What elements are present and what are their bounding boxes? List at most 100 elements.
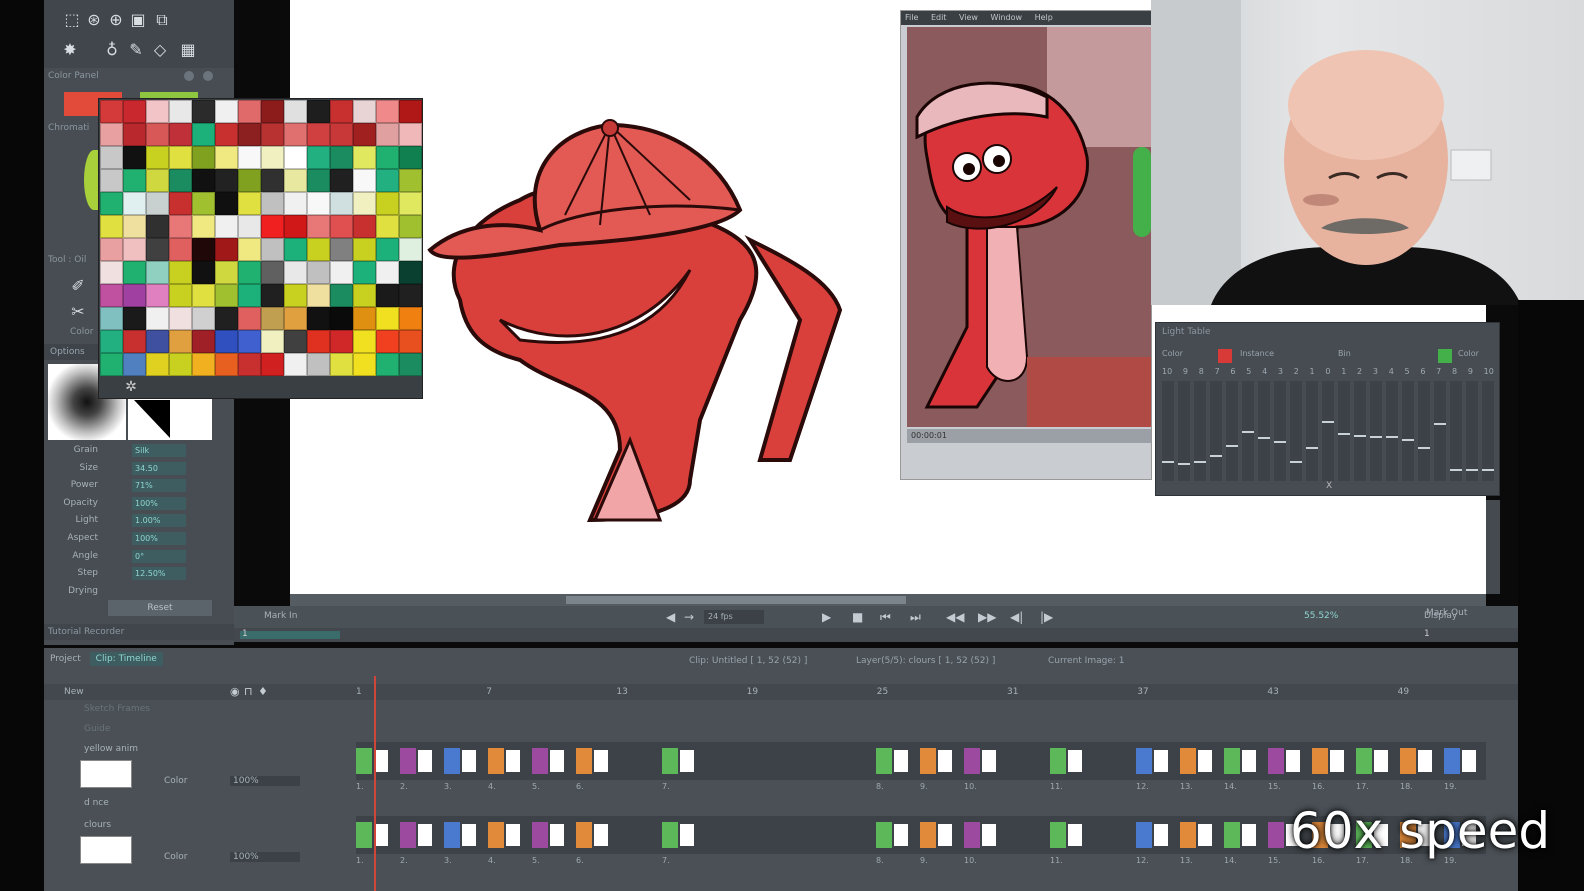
light-table-slider[interactable] — [1178, 381, 1190, 481]
color-swatch[interactable] — [146, 353, 169, 376]
panel-close-icon[interactable] — [184, 71, 194, 81]
light-table-slider-level[interactable] — [1290, 461, 1302, 463]
color-swatch[interactable] — [123, 100, 146, 123]
layer-name[interactable]: yellow anim — [84, 744, 138, 754]
light-table-slider[interactable] — [1338, 381, 1350, 481]
light-table-slider-level[interactable] — [1434, 423, 1446, 425]
color-swatch[interactable] — [353, 192, 376, 215]
light-table-slider-level[interactable] — [1178, 463, 1190, 465]
menu-file[interactable]: File — [905, 13, 918, 22]
light-table-slider-level[interactable] — [1226, 445, 1238, 447]
color-swatch[interactable] — [330, 169, 353, 192]
color-swatch[interactable] — [192, 330, 215, 353]
color-swatch[interactable] — [169, 238, 192, 261]
color-swatch[interactable] — [399, 307, 422, 330]
timeline-cel-image[interactable] — [418, 750, 432, 772]
light-table-slider-level[interactable] — [1322, 421, 1334, 423]
color-swatch[interactable] — [146, 330, 169, 353]
timeline-cel[interactable] — [1312, 748, 1328, 774]
step-forward-icon[interactable]: |▶ — [1040, 610, 1053, 624]
color-swatch[interactable] — [100, 284, 123, 307]
color-swatch[interactable] — [330, 100, 353, 123]
prev-frame-icon[interactable]: ◀◀ — [946, 610, 964, 624]
light-table-slider-level[interactable] — [1162, 461, 1174, 463]
lock-icon[interactable]: ⊓ — [244, 685, 253, 698]
color-swatch[interactable] — [169, 284, 192, 307]
color-swatch[interactable] — [123, 284, 146, 307]
timeline-cel[interactable] — [1180, 822, 1196, 848]
zoom-level[interactable]: 55.52% — [1304, 611, 1338, 621]
timeline-cel[interactable] — [1356, 748, 1372, 774]
reference-window[interactable]: File Edit View Window Help 00:00:01 — [900, 10, 1152, 480]
color-swatch[interactable] — [238, 238, 261, 261]
timeline-cel[interactable] — [964, 822, 980, 848]
brush-prop-value[interactable]: Silk — [132, 444, 186, 457]
color-swatch[interactable] — [123, 146, 146, 169]
timeline-cel[interactable] — [488, 748, 504, 774]
color-swatch[interactable] — [169, 261, 192, 284]
color-swatch[interactable] — [330, 238, 353, 261]
color-swatch[interactable] — [100, 100, 123, 123]
timeline-cel-image[interactable] — [1198, 750, 1212, 772]
color-swatch[interactable] — [353, 100, 376, 123]
timeline-cel-image[interactable] — [1462, 750, 1476, 772]
color-swatch[interactable] — [192, 284, 215, 307]
color-swatch[interactable] — [353, 215, 376, 238]
color-swatch[interactable] — [215, 284, 238, 307]
light-table-slider-level[interactable] — [1370, 436, 1382, 438]
light-table-slider[interactable] — [1210, 381, 1222, 481]
layer-name[interactable]: d nce — [84, 798, 109, 808]
color-swatch[interactable] — [100, 215, 123, 238]
timeline-cel[interactable] — [532, 748, 548, 774]
color-swatch[interactable] — [169, 146, 192, 169]
color-swatch[interactable] — [146, 192, 169, 215]
timeline-cel-image[interactable] — [374, 824, 388, 846]
color-swatch[interactable] — [100, 307, 123, 330]
color-swatch[interactable] — [353, 146, 376, 169]
color-swatch[interactable] — [353, 238, 376, 261]
light-table-left-color-dropdown[interactable]: Color — [1162, 349, 1183, 358]
color-swatch[interactable] — [238, 123, 261, 146]
canvas-horizontal-scrollbar[interactable] — [290, 594, 1486, 606]
color-swatch[interactable] — [376, 100, 399, 123]
light-table-slider[interactable] — [1162, 381, 1174, 481]
light-table-slider[interactable] — [1226, 381, 1238, 481]
color-swatch[interactable] — [307, 284, 330, 307]
timeline-cel-image[interactable] — [550, 824, 564, 846]
mark-range-track[interactable]: 1 1 Mark Out — [234, 608, 1518, 642]
color-swatch[interactable] — [123, 238, 146, 261]
scissors-icon[interactable]: ✂ — [68, 302, 88, 322]
color-swatch[interactable] — [192, 123, 215, 146]
color-swatch[interactable] — [146, 146, 169, 169]
color-swatch[interactable] — [307, 307, 330, 330]
eyedropper-icon[interactable]: ✎ — [126, 40, 146, 60]
color-swatch[interactable] — [169, 192, 192, 215]
color-swatch[interactable] — [238, 100, 261, 123]
last-frame-icon[interactable]: ⏭ — [910, 610, 921, 625]
light-table-slider[interactable] — [1290, 381, 1302, 481]
color-swatch[interactable] — [215, 238, 238, 261]
color-swatch[interactable] — [146, 215, 169, 238]
timeline-cel-image[interactable] — [1242, 824, 1256, 846]
color-swatch[interactable] — [238, 330, 261, 353]
color-swatch[interactable] — [192, 238, 215, 261]
timeline-cel-image[interactable] — [550, 750, 564, 772]
brush-prop-value[interactable]: 12.50% — [132, 567, 186, 581]
color-swatch[interactable] — [169, 123, 192, 146]
color-swatch[interactable] — [261, 169, 284, 192]
brush-tool-icon[interactable]: ✐ — [68, 276, 88, 296]
light-table-slider[interactable] — [1418, 381, 1430, 481]
reset-button[interactable]: Reset — [108, 600, 212, 616]
color-swatch[interactable] — [215, 169, 238, 192]
vertical-slider[interactable] — [1486, 500, 1500, 594]
timeline-cel-image[interactable] — [1154, 824, 1168, 846]
timeline-cel-image[interactable] — [506, 750, 520, 772]
timeline-cel-image[interactable] — [1242, 750, 1256, 772]
color-swatch[interactable] — [261, 100, 284, 123]
color-swatch[interactable] — [307, 261, 330, 284]
stop-icon[interactable]: ■ — [852, 610, 863, 624]
layers-icon[interactable]: ⧉ — [152, 10, 172, 30]
color-swatch[interactable] — [100, 123, 123, 146]
timeline-cel[interactable] — [1136, 748, 1152, 774]
timeline-cel[interactable] — [1224, 748, 1240, 774]
